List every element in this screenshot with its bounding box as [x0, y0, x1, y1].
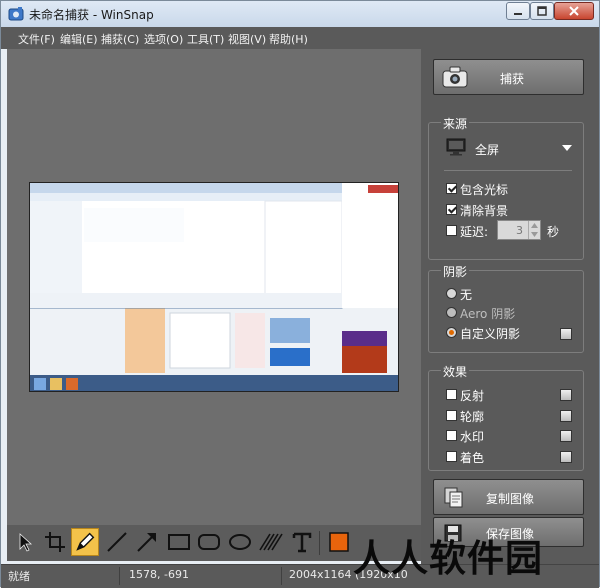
pen-icon	[76, 532, 95, 551]
menu-help[interactable]: 帮助(H)	[269, 31, 308, 47]
status-separator	[281, 567, 282, 585]
color-swatch	[329, 532, 349, 552]
line-icon	[107, 532, 127, 552]
camera-icon	[442, 66, 468, 88]
captured-screenshot-image	[30, 183, 398, 391]
title-bar: 未命名捕获 - WinSnap	[1, 1, 599, 28]
effect-outline-settings-button[interactable]	[560, 410, 572, 422]
source-group-title: 来源	[441, 115, 470, 132]
status-cursor-position: 1578, -691	[129, 568, 189, 581]
maximize-button[interactable]	[530, 2, 554, 20]
app-window: 未命名捕获 - WinSnap 文件(F) 编辑(E) 捕获(C) 选项(O) …	[0, 0, 600, 588]
ellipse-icon	[229, 534, 251, 550]
arrow-tool[interactable]	[133, 528, 161, 556]
winsnap-app-icon	[8, 7, 24, 21]
shadow-custom-label: 自定义阴影	[460, 327, 521, 341]
captured-screenshot-thumbnail	[29, 182, 399, 392]
effect-reflection-settings-button[interactable]	[560, 389, 572, 401]
rectangle-icon	[168, 534, 190, 550]
crop-icon	[45, 532, 65, 552]
capture-button[interactable]: 捕获	[433, 59, 584, 95]
color-picker-tool[interactable]	[325, 528, 353, 556]
rounded-rectangle-icon	[198, 534, 220, 550]
clear-background-label: 清除背景	[460, 204, 509, 218]
menu-bar: 文件(F) 编辑(E) 捕获(C) 选项(O) 工具(T) 视图(V) 帮助(H…	[1, 27, 599, 49]
rounded-rectangle-tool[interactable]	[195, 528, 223, 556]
source-divider	[444, 170, 572, 171]
shadow-custom-radio[interactable]	[446, 327, 457, 338]
shadow-none-radio[interactable]	[446, 288, 457, 299]
close-icon	[569, 6, 579, 16]
minimize-icon	[514, 13, 522, 15]
shadow-aero-label: Aero 阴影	[460, 307, 516, 321]
status-state: 就绪	[8, 570, 30, 583]
effect-outline-checkbox[interactable]	[446, 410, 457, 421]
menu-view[interactable]: 视图(V)	[228, 31, 266, 47]
include-cursor-checkbox[interactable]	[446, 183, 457, 194]
spinner-up-icon[interactable]	[531, 223, 538, 228]
spinner-arrows[interactable]	[528, 221, 540, 239]
effect-watermark-label: 水印	[460, 430, 485, 444]
text-icon	[292, 532, 312, 553]
monitor-icon	[446, 138, 466, 156]
effect-watermark-settings-button[interactable]	[560, 430, 572, 442]
include-cursor-label: 包含光标	[460, 183, 509, 197]
maximize-icon	[537, 6, 547, 16]
ellipse-tool[interactable]	[226, 528, 254, 556]
shadow-custom-settings-button[interactable]	[560, 328, 572, 340]
close-button[interactable]	[554, 2, 594, 20]
delay-label: 延迟:	[460, 225, 489, 239]
copy-image-label: 复制图像	[486, 492, 535, 506]
effect-tint-checkbox[interactable]	[446, 451, 457, 462]
site-watermark: 人人软件园	[353, 537, 543, 580]
effect-reflection-checkbox[interactable]	[446, 389, 457, 400]
shadow-group-title: 阴影	[441, 263, 470, 280]
menu-edit[interactable]: 编辑(E)	[60, 31, 98, 47]
shadow-aero-radio[interactable]	[446, 307, 457, 318]
line-tool[interactable]	[103, 528, 131, 556]
menu-options[interactable]: 选项(O)	[144, 31, 183, 47]
status-separator	[119, 567, 120, 585]
copy-icon	[444, 487, 463, 508]
shadow-none-label: 无	[460, 288, 473, 302]
menu-file[interactable]: 文件(F)	[18, 31, 55, 47]
capture-mode-dropdown[interactable]: 全屏	[475, 141, 499, 158]
delay-spinner[interactable]: 3	[497, 220, 541, 240]
hatch-icon	[259, 533, 283, 551]
pointer-tool[interactable]	[11, 528, 39, 556]
delay-value: 3	[516, 224, 523, 237]
text-tool[interactable]	[288, 528, 316, 556]
window-title: 未命名捕获 - WinSnap	[29, 8, 154, 22]
capture-button-label: 捕获	[500, 72, 525, 86]
toolbar-divider	[319, 531, 320, 555]
effect-watermark-checkbox[interactable]	[446, 430, 457, 441]
spinner-down-icon[interactable]	[531, 232, 538, 237]
hatch-tool[interactable]	[257, 528, 285, 556]
pen-tool[interactable]	[71, 528, 99, 556]
clear-background-checkbox[interactable]	[446, 204, 457, 215]
crop-tool[interactable]	[41, 528, 69, 556]
effect-tint-label: 着色	[460, 451, 485, 465]
effect-outline-label: 轮廓	[460, 410, 485, 424]
delay-checkbox[interactable]	[446, 225, 457, 236]
effect-reflection-label: 反射	[460, 389, 485, 403]
delay-unit: 秒	[547, 225, 560, 239]
effects-group-title: 效果	[441, 363, 470, 380]
menu-tools[interactable]: 工具(T)	[187, 31, 224, 47]
chevron-down-icon[interactable]	[562, 145, 572, 151]
minimize-button[interactable]	[506, 2, 530, 20]
arrow-icon	[137, 533, 156, 552]
copy-image-button[interactable]: 复制图像	[433, 479, 584, 515]
menu-capture[interactable]: 捕获(C)	[101, 31, 139, 47]
effect-tint-settings-button[interactable]	[560, 451, 572, 463]
pointer-icon	[19, 533, 33, 552]
rectangle-tool[interactable]	[165, 528, 193, 556]
